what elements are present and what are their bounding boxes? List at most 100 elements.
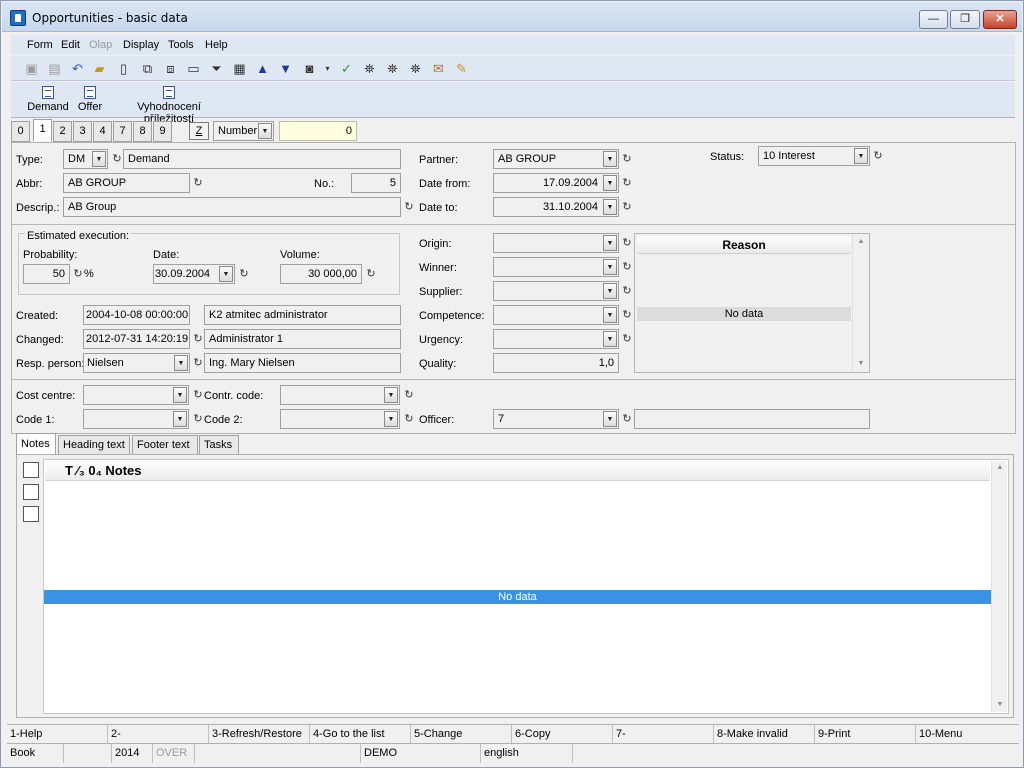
probability-field[interactable]: 50 xyxy=(23,264,70,284)
scroll-down-icon[interactable]: ▼ xyxy=(992,698,1008,712)
history-icon[interactable]: ↻ xyxy=(72,268,84,280)
page-tab-8[interactable]: 8 xyxy=(133,121,152,142)
page-tab-7[interactable]: 7 xyxy=(113,121,132,142)
status-combo[interactable]: 10 Interest ▼ xyxy=(758,146,870,166)
f4-go-to-list-key[interactable]: 4-Go to the list xyxy=(310,725,411,744)
chevron-down-icon[interactable]: ▼ xyxy=(174,355,188,371)
menu-form[interactable]: Form xyxy=(27,39,53,51)
contr-code-combo[interactable]: ▼ xyxy=(280,385,400,405)
type-code-combo[interactable]: DM ▼ xyxy=(63,149,108,169)
history-icon[interactable]: ↻ xyxy=(621,333,633,345)
scroll-down-icon[interactable]: ▼ xyxy=(853,357,869,371)
f5-change-key[interactable]: 5-Change xyxy=(411,725,512,744)
chevron-down-icon[interactable]: ▼ xyxy=(603,283,617,299)
report-offer[interactable]: Offer xyxy=(77,86,103,113)
sort-value-input[interactable]: 0 xyxy=(279,121,357,141)
f8-make-invalid-key[interactable]: 8-Make invalid xyxy=(714,725,815,744)
filter-document-icon[interactable]: ▦ xyxy=(231,60,248,77)
code1-combo[interactable]: ▼ xyxy=(83,409,189,429)
cost-centre-combo[interactable]: ▼ xyxy=(83,385,189,405)
descr-field[interactable]: AB Group xyxy=(63,197,401,217)
add-note-icon[interactable] xyxy=(23,462,39,478)
page-tab-3[interactable]: 3 xyxy=(73,121,92,142)
scroll-up-icon[interactable]: ▲ xyxy=(853,235,869,249)
chevron-down-icon[interactable]: ▼ xyxy=(603,175,617,191)
history-icon[interactable]: ↻ xyxy=(621,413,633,425)
reason-scrollbar[interactable]: ▲ ▼ xyxy=(852,235,868,371)
chevron-down-icon[interactable]: ▼ xyxy=(603,151,617,167)
estimated-date-combo[interactable]: 30.09.2004 ▼ xyxy=(153,264,235,284)
date-to-combo[interactable]: 31.10.2004 ▼ xyxy=(493,197,619,217)
supplier-combo[interactable]: ▼ xyxy=(493,281,619,301)
history-icon[interactable]: ↻ xyxy=(192,413,204,425)
no-field[interactable]: 5 xyxy=(351,173,401,193)
page-tab-9[interactable]: 9 xyxy=(153,121,172,142)
chevron-down-icon[interactable]: ▼ xyxy=(258,123,272,139)
abbr-field[interactable]: AB GROUP xyxy=(63,173,190,193)
tab-notes[interactable]: Notes xyxy=(16,433,56,455)
officer-combo[interactable]: 7 ▼ xyxy=(493,409,619,429)
history-icon[interactable]: ↻ xyxy=(111,153,123,165)
binoculars-prev-icon[interactable]: ⛯ xyxy=(407,60,424,77)
chevron-down-icon[interactable]: ▼ xyxy=(603,199,617,215)
minimize-button[interactable]: — xyxy=(919,10,948,29)
history-icon[interactable]: ↻ xyxy=(621,261,633,273)
delete-note-icon[interactable] xyxy=(23,506,39,522)
history-icon[interactable]: ↻ xyxy=(872,150,884,162)
menu-edit[interactable]: Edit xyxy=(61,39,80,51)
report-demand[interactable]: Demand xyxy=(25,86,71,113)
copy-icon[interactable]: ⧉ xyxy=(139,60,156,77)
camera-dropdown-icon[interactable]: ▾ xyxy=(319,60,336,77)
history-icon[interactable]: ↻ xyxy=(192,177,204,189)
history-icon[interactable]: ↻ xyxy=(621,153,633,165)
page-tab-0[interactable]: 0 xyxy=(11,121,30,142)
camera-icon[interactable]: ◙ xyxy=(301,60,318,77)
menu-tools[interactable]: Tools xyxy=(168,39,194,51)
report-evaluation[interactable]: Vyhodnocení příležitostí xyxy=(111,86,227,125)
chevron-down-icon[interactable]: ▼ xyxy=(173,411,187,427)
arrow-up-icon[interactable]: ▲ xyxy=(254,60,271,77)
history-icon[interactable]: ↻ xyxy=(192,357,204,369)
chevron-down-icon[interactable]: ▼ xyxy=(92,151,106,167)
check-icon[interactable]: ✓ xyxy=(338,60,355,77)
chevron-down-icon[interactable]: ▼ xyxy=(384,411,398,427)
f7-key[interactable]: 7- xyxy=(613,725,714,744)
mail-icon[interactable]: ✉ xyxy=(430,60,447,77)
history-icon[interactable]: ↻ xyxy=(192,333,204,345)
maximize-button[interactable]: ❐ xyxy=(950,10,980,29)
edit-note-icon[interactable] xyxy=(23,484,39,500)
notes-grid[interactable]: T ⁄₃ 0₄ Notes No data ▲ ▼ xyxy=(43,459,1009,714)
history-icon[interactable]: ↻ xyxy=(192,389,204,401)
chevron-down-icon[interactable]: ▼ xyxy=(603,259,617,275)
winner-combo[interactable]: ▼ xyxy=(493,257,619,277)
f1-help-key[interactable]: 1-Help xyxy=(7,725,108,744)
history-icon[interactable]: ↻ xyxy=(403,389,415,401)
history-icon[interactable]: ↻ xyxy=(621,237,633,249)
chevron-down-icon[interactable]: ▼ xyxy=(603,235,617,251)
page-tab-2[interactable]: 2 xyxy=(53,121,72,142)
open-folder-icon[interactable]: ▰ xyxy=(91,60,108,77)
tab-tasks[interactable]: Tasks xyxy=(199,435,239,455)
binoculars-icon[interactable]: ⛯ xyxy=(361,60,378,77)
page-tab-1[interactable]: 1 xyxy=(33,119,52,141)
menu-display[interactable]: Display xyxy=(123,39,159,51)
chevron-down-icon[interactable]: ▼ xyxy=(603,331,617,347)
history-icon[interactable]: ↻ xyxy=(621,201,633,213)
reason-grid[interactable]: Reason No data ▲ ▼ xyxy=(634,233,870,373)
partner-combo[interactable]: AB GROUP ▼ xyxy=(493,149,619,169)
resp-person-combo[interactable]: Nielsen ▼ xyxy=(83,353,190,373)
history-icon[interactable]: ↻ xyxy=(238,268,250,280)
history-icon[interactable]: ↻ xyxy=(621,285,633,297)
chevron-down-icon[interactable]: ▼ xyxy=(384,387,398,403)
notes-scrollbar[interactable]: ▲ ▼ xyxy=(991,461,1007,712)
book-icon[interactable]: ▭ xyxy=(185,60,202,77)
chevron-down-icon[interactable]: ▼ xyxy=(854,148,868,164)
chevron-down-icon[interactable]: ▼ xyxy=(603,307,617,323)
menu-help[interactable]: Help xyxy=(205,39,228,51)
close-button[interactable]: ✕ xyxy=(983,10,1017,29)
history-icon[interactable]: ↻ xyxy=(621,309,633,321)
date-from-combo[interactable]: 17.09.2004 ▼ xyxy=(493,173,619,193)
notes-icon[interactable]: ✎ xyxy=(453,60,470,77)
paste-icon[interactable]: ⧈ xyxy=(162,60,179,77)
code2-combo[interactable]: ▼ xyxy=(280,409,400,429)
